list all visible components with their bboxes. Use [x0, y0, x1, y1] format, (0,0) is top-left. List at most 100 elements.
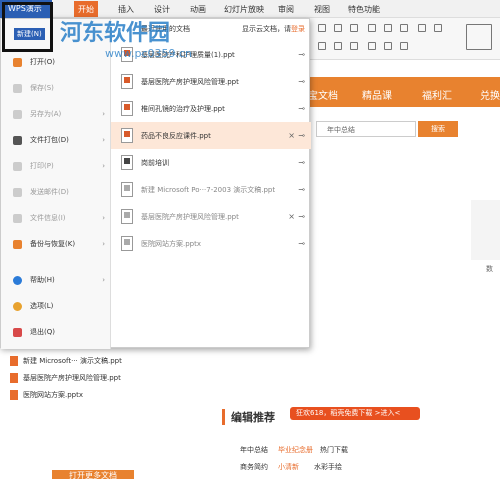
menu-item-open[interactable]: 打开(O) [1, 49, 111, 75]
chevron-right-icon: › [102, 276, 105, 284]
recent-doc-row[interactable]: 基层医院产房护理风险管理.ppt × ⊸ [111, 203, 311, 230]
watermark-logo-text: 河东软件园 [60, 20, 171, 46]
recent-doc-row[interactable]: 医院网站方案.pptx ⊸ [111, 230, 311, 257]
menu-item-package[interactable]: 文件打包(D) › [1, 127, 111, 153]
pin-icon[interactable]: ⊸ [298, 77, 305, 86]
tag-link[interactable]: 小清新 [278, 462, 299, 472]
template-search-input[interactable]: 年中总结 [316, 121, 416, 137]
tag-link[interactable]: 水彩手绘 [314, 462, 342, 472]
watermark-url: www.pc0359.cn [105, 47, 193, 60]
pin-icon[interactable]: ⊸ [298, 158, 305, 167]
menu-label: 另存为(A) [30, 110, 62, 118]
print-icon [13, 161, 22, 171]
numbering-icon[interactable] [384, 24, 392, 32]
menu-label: 文件信息(I) [30, 214, 66, 222]
menu-item-help[interactable]: 帮助(H) › [1, 267, 111, 293]
align-left-icon[interactable] [318, 42, 326, 50]
pin-icon[interactable]: ⊸ [298, 131, 305, 140]
help-icon [13, 275, 22, 285]
pin-icon[interactable]: ⊸ [298, 104, 305, 113]
menu-item-print[interactable]: 打印(P) › [1, 153, 111, 179]
tab-design[interactable]: 设计 [154, 4, 170, 15]
recent-doc-row[interactable]: 基层医院产房护理风险管理.ppt ⊸ [111, 68, 311, 95]
nav-courses[interactable]: 精品课 [362, 87, 392, 102]
open-more-docs-button[interactable]: 打开更多文档 [52, 470, 134, 479]
line-spacing-icon[interactable] [418, 24, 426, 32]
tag-link[interactable]: 毕业纪念册 [278, 445, 313, 455]
text-box-icon[interactable] [466, 24, 492, 50]
search-button[interactable]: 搜索 [418, 121, 458, 137]
doc-name: 药品不良反应课件.ppt [141, 131, 211, 140]
italic-icon[interactable] [334, 24, 342, 32]
text-direction-icon[interactable] [434, 24, 442, 32]
package-icon [13, 135, 22, 145]
recent-doc-row[interactable]: 新建 Microsoft Po···7-2003 演示文稿.ppt ⊸ [111, 176, 311, 203]
tag-link[interactable]: 年中总结 [240, 445, 268, 455]
chevron-right-icon: › [102, 110, 105, 118]
bullets-icon[interactable] [368, 24, 376, 32]
pin-icon[interactable]: ⊸ [298, 212, 305, 221]
save-icon [13, 83, 22, 93]
nav-welfare[interactable]: 福利汇 [422, 87, 452, 102]
login-link[interactable]: 登录 [291, 25, 305, 33]
generic-file-icon [121, 155, 133, 170]
list-item[interactable]: 医院网站方案.pptx [10, 387, 83, 403]
menu-item-save-as[interactable]: 另存为(A) › [1, 101, 111, 127]
chevron-right-icon: › [102, 162, 105, 170]
align-center-icon[interactable] [334, 42, 342, 50]
close-icon[interactable]: × [288, 131, 295, 140]
nav-exchange[interactable]: 兑换 [480, 87, 500, 102]
tab-special[interactable]: 特色功能 [348, 4, 380, 15]
menu-item-file-info[interactable]: 文件信息(I) › [1, 205, 111, 231]
info-icon [13, 213, 22, 223]
close-icon[interactable]: × [288, 212, 295, 221]
menu-item-new[interactable]: 新建(N) [14, 28, 45, 40]
pin-icon[interactable]: ⊸ [298, 50, 305, 59]
menu-label: 打印(P) [30, 162, 54, 170]
menu-label: 备份与恢复(K) [30, 240, 76, 248]
menu-item-send-mail[interactable]: 发送邮件(D) [1, 179, 111, 205]
pin-icon[interactable]: ⊸ [298, 239, 305, 248]
side-label: 数 [486, 265, 493, 273]
pin-icon[interactable]: ⊸ [298, 185, 305, 194]
tag-link[interactable]: 热门下载 [320, 445, 348, 455]
indent-icon[interactable] [400, 24, 408, 32]
recent-doc-row-selected[interactable]: 药品不良反应课件.ppt × ⊸ [111, 122, 311, 149]
file-name: 基层医院产房护理风险管理.ppt [23, 374, 121, 382]
tab-animation[interactable]: 动画 [190, 4, 206, 15]
recent-documents-panel: 最近使用的文档 显示云文档，请登录 基层医院产科护理质量(1).ppt ⊸ 基层… [111, 19, 311, 349]
list-item[interactable]: 基层医院产房护理风险管理.ppt [10, 370, 121, 386]
tab-review[interactable]: 审阅 [278, 4, 294, 15]
tab-view[interactable]: 视图 [314, 4, 330, 15]
list-item[interactable]: 新建 Microsoft··· 演示文稿.ppt [10, 353, 122, 369]
editor-recommend-title: 编辑推荐 [222, 409, 275, 425]
columns-icon[interactable] [400, 42, 408, 50]
recent-doc-row[interactable]: 椎间孔镜的治疗及护理.ppt ⊸ [111, 95, 311, 122]
tab-insert[interactable]: 插入 [118, 4, 134, 15]
justify-icon[interactable] [368, 42, 376, 50]
template-thumbnail[interactable] [471, 200, 500, 260]
file-name: 新建 Microsoft··· 演示文稿.ppt [23, 357, 122, 365]
ppt-file-icon [121, 209, 133, 224]
doc-name: 新建 Microsoft Po···7-2003 演示文稿.ppt [141, 185, 276, 194]
recent-doc-row[interactable]: 岗前培训 ⊸ [111, 149, 311, 176]
nav-docs[interactable]: 宝文档 [308, 87, 338, 102]
backup-icon [13, 239, 22, 249]
menu-item-exit[interactable]: 退出(Q) [1, 319, 111, 345]
underline-icon[interactable] [350, 24, 358, 32]
bold-icon[interactable] [318, 24, 326, 32]
tab-slideshow[interactable]: 幻灯片放映 [224, 4, 264, 15]
doc-name: 基层医院产房护理风险管理.ppt [141, 212, 239, 221]
cloud-hint-text: 显示云文档，请 [242, 25, 291, 33]
doc-name: 医院网站方案.pptx [141, 239, 201, 248]
menu-item-backup[interactable]: 备份与恢复(K) › [1, 231, 111, 257]
promo-banner[interactable]: 狂欢618，稻壳免费下载 >进入< [290, 407, 420, 420]
distribute-icon[interactable] [384, 42, 392, 50]
align-right-icon[interactable] [350, 42, 358, 50]
menu-label: 选项(L) [30, 302, 54, 310]
menu-item-options[interactable]: 选项(L) [1, 293, 111, 319]
menu-item-save[interactable]: 保存(S) [1, 75, 111, 101]
ppt-file-icon [10, 373, 18, 383]
tag-link[interactable]: 商务简约 [240, 462, 268, 472]
file-menu-commands: 打开(O) 保存(S) 另存为(A) › 文件打包(D) › 打印(P) › 发… [1, 19, 111, 349]
